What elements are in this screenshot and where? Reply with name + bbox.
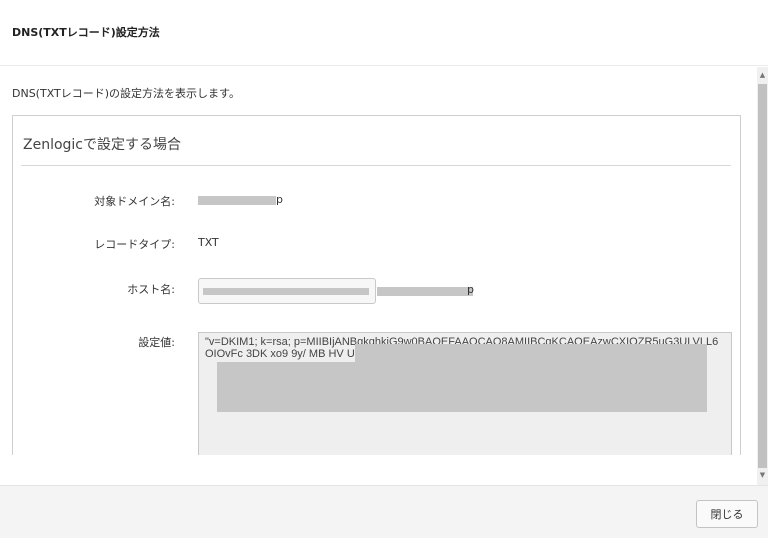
host-value-suffix: p (467, 283, 474, 296)
dialog-scrollbar[interactable]: ▲ ▼ (757, 67, 768, 485)
host-field[interactable] (198, 278, 376, 304)
host-redaction-inner (203, 288, 369, 295)
close-button[interactable]: 閉じる (696, 500, 758, 528)
setting-value-redaction-main (217, 362, 707, 412)
host-redaction-outer (377, 287, 473, 296)
scroll-up-icon[interactable]: ▲ (757, 69, 768, 81)
dialog-description: DNS(TXTレコード)の設定方法を表示します。 (12, 87, 240, 100)
panel-divider (21, 165, 731, 166)
setting-value-textarea[interactable]: "v=DKIM1; k=rsa; p=MIIBIjANBgkqhkiG9w0BA… (198, 332, 732, 455)
dialog-header: DNS(TXTレコード)設定方法 (0, 0, 768, 66)
scroll-thumb[interactable] (758, 84, 767, 468)
zenlogic-settings-panel: Zenlogicで設定する場合 対象ドメイン名: p レコードタイプ: TXT … (12, 115, 741, 455)
dialog-footer: 閉じる (0, 485, 768, 538)
domain-redaction (198, 196, 276, 205)
dialog-body: DNS(TXTレコード)の設定方法を表示します。 Zenlogicで設定する場合… (0, 67, 757, 455)
domain-label: 対象ドメイン名: (94, 195, 175, 208)
record-type-value: TXT (198, 236, 219, 249)
panel-heading: Zenlogicで設定する場合 (23, 137, 182, 153)
record-type-label: レコードタイプ: (94, 238, 175, 251)
scroll-down-icon[interactable]: ▼ (757, 469, 768, 481)
host-label: ホスト名: (127, 283, 175, 296)
setting-value-label: 設定値: (138, 336, 175, 349)
domain-value-suffix: p (276, 193, 283, 206)
dialog-title: DNS(TXTレコード)設定方法 (12, 26, 160, 39)
